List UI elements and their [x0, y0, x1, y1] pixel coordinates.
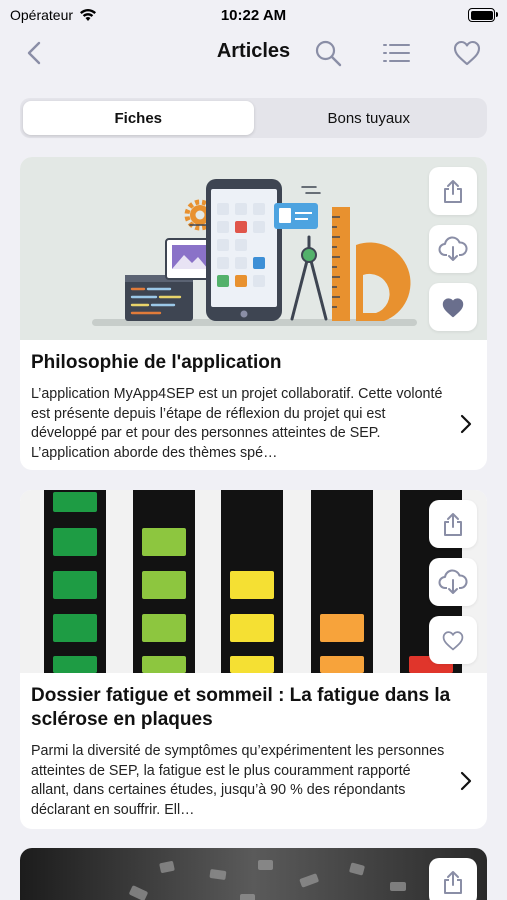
article-title: Philosophie de l'application — [31, 352, 282, 373]
share-icon — [444, 871, 462, 894]
share-button[interactable] — [429, 167, 477, 215]
article-illustration — [20, 848, 487, 900]
search-icon[interactable] — [313, 38, 343, 68]
cloud-download-icon — [438, 569, 468, 594]
article-excerpt: L’application MyApp4SEP est un projet co… — [31, 386, 443, 461]
article-title: Dossier fatigue et sommeil : La fatigue … — [31, 685, 451, 730]
heart-icon — [442, 298, 464, 318]
share-icon — [444, 513, 462, 536]
tab-fiches[interactable]: Fiches — [23, 101, 254, 135]
share-icon — [444, 180, 462, 203]
article-card[interactable]: Philosophie de l'application L’applicati… — [20, 157, 487, 470]
article-excerpt: Parmi la diversité de symptômes qu’expér… — [31, 743, 445, 818]
chevron-right-icon[interactable] — [459, 413, 473, 435]
chevron-left-icon[interactable] — [22, 38, 48, 68]
tab-bons-tuyaux[interactable]: Bons tuyaux — [254, 101, 485, 135]
article-illustration — [20, 157, 487, 340]
page-title: Articles — [216, 40, 291, 62]
article-card[interactable]: Dossier fatigue et sommeil : La fatigue … — [20, 490, 487, 829]
chevron-right-icon[interactable] — [459, 770, 473, 792]
heart-icon — [442, 631, 464, 651]
battery-icon — [468, 8, 498, 22]
cloud-download-icon — [438, 236, 468, 261]
segmented-control: Fiches Bons tuyaux — [20, 98, 487, 138]
status-bar: Opérateur 10:22 AM — [0, 0, 507, 30]
share-button[interactable] — [429, 500, 477, 548]
article-card[interactable] — [20, 848, 487, 900]
status-time: 10:22 AM — [220, 6, 287, 24]
nav-bar: Articles — [0, 30, 507, 76]
list-icon[interactable] — [381, 38, 411, 68]
favorite-button[interactable] — [429, 616, 477, 664]
download-button[interactable] — [429, 558, 477, 606]
article-illustration — [20, 490, 487, 673]
favorite-button[interactable] — [429, 283, 477, 331]
download-button[interactable] — [429, 225, 477, 273]
heart-icon[interactable] — [452, 38, 482, 68]
share-button[interactable] — [429, 858, 477, 900]
